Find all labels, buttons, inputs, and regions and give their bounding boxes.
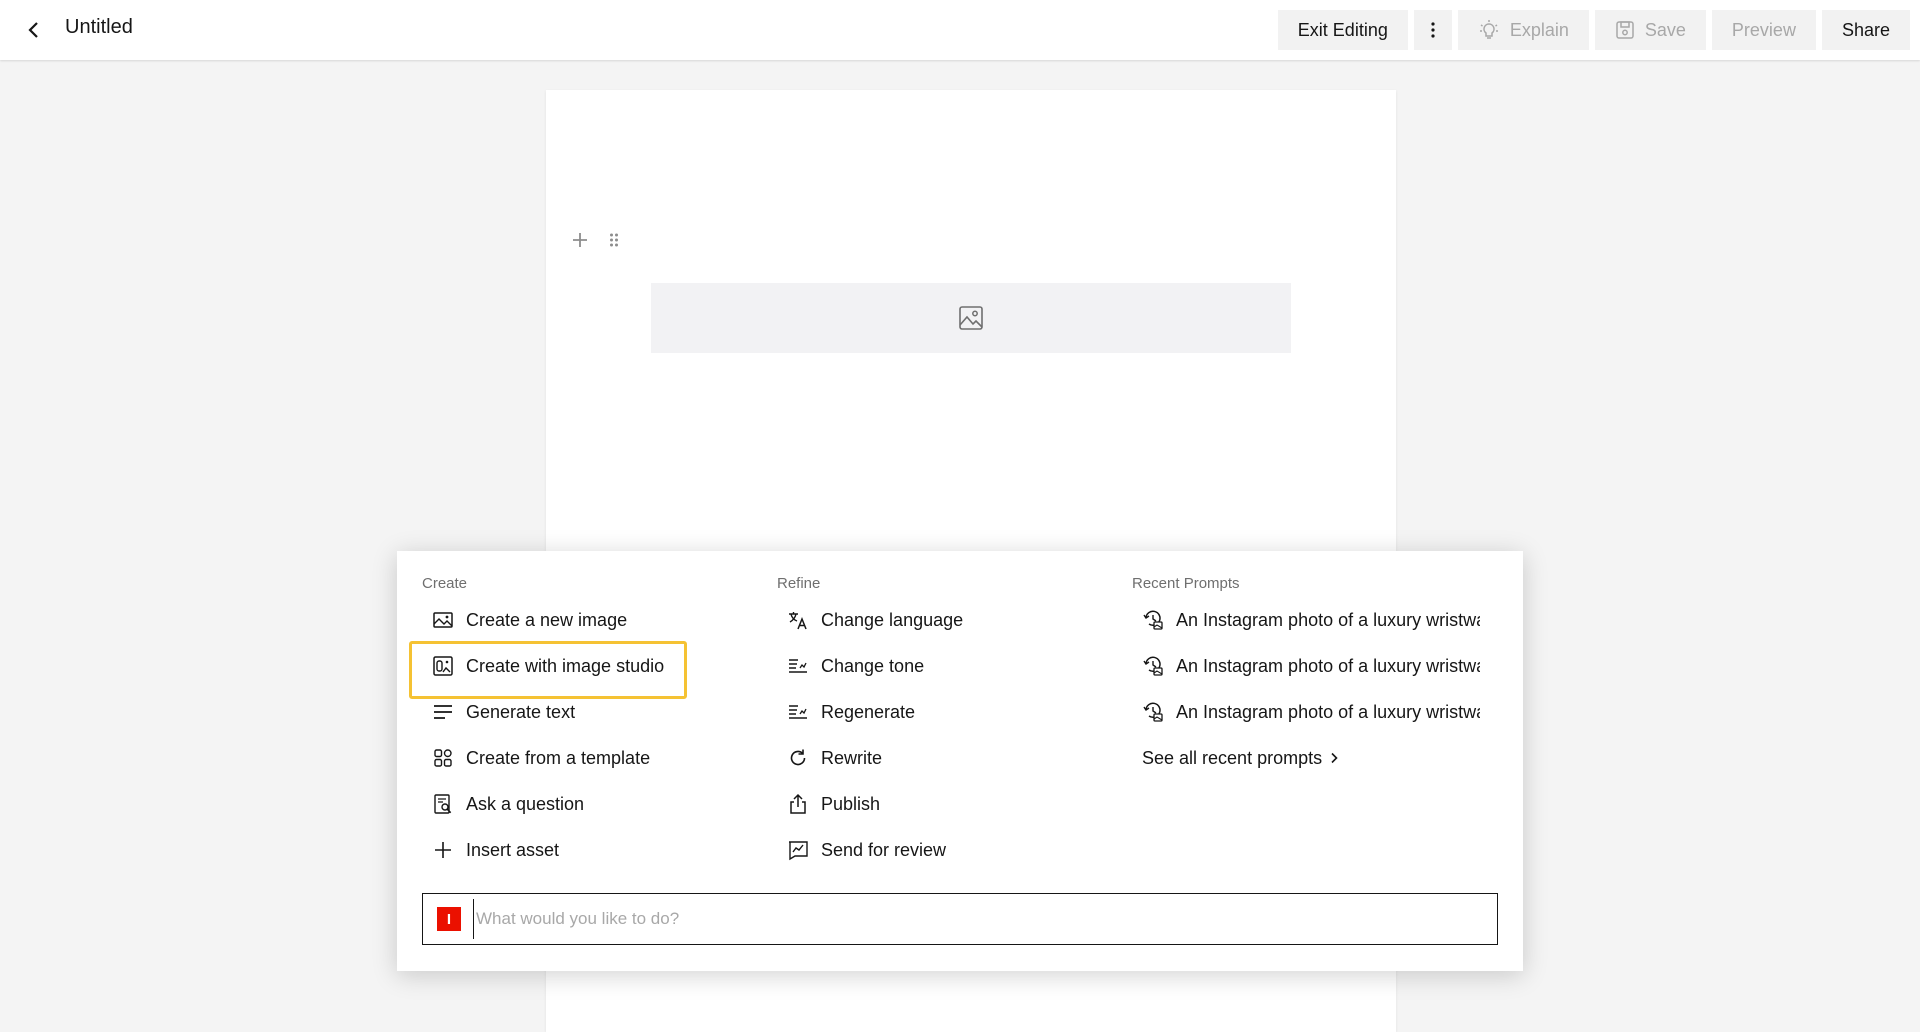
preview-button[interactable]: Preview xyxy=(1711,10,1816,50)
publish-item[interactable]: Publish xyxy=(777,781,1097,827)
create-heading: Create xyxy=(422,575,468,592)
ai-assistant-popup: Create Create a new image Create with im… xyxy=(397,551,1523,971)
block-tools xyxy=(570,230,624,250)
ask-question-label: Ask a question xyxy=(466,793,585,814)
top-bar: Untitled Exit Editing Explain Save Previ… xyxy=(0,0,1920,60)
see-all-recent-prompts-link[interactable]: See all recent prompts xyxy=(1132,735,1512,781)
recent-prompts-column: Recent Prompts An Instagram photo of a l… xyxy=(1132,575,1512,781)
exit-editing-label: Exit Editing xyxy=(1297,19,1388,40)
rewrite-item[interactable]: Rewrite xyxy=(777,735,1097,781)
share-button[interactable]: Share xyxy=(1821,10,1910,50)
publish-icon xyxy=(787,793,809,815)
kebab-menu-icon xyxy=(1431,22,1435,38)
send-for-review-item[interactable]: Send for review xyxy=(777,827,1097,873)
prompt-box: I xyxy=(422,893,1498,945)
refine-heading: Refine xyxy=(777,575,821,592)
recent-prompt-item[interactable]: An Instagram photo of a luxury wristwa xyxy=(1132,597,1512,643)
create-new-image-item[interactable]: Create a new image xyxy=(422,597,742,643)
change-language-item[interactable]: Change language xyxy=(777,597,1097,643)
brand-logo-icon: I xyxy=(437,907,461,931)
ask-question-icon xyxy=(432,793,454,815)
template-grid-icon xyxy=(432,747,454,769)
generate-text-label: Generate text xyxy=(466,701,576,722)
exit-editing-button[interactable]: Exit Editing xyxy=(1277,10,1408,50)
explain-button[interactable]: Explain xyxy=(1457,10,1589,50)
back-button[interactable] xyxy=(18,14,50,46)
share-label: Share xyxy=(1841,19,1890,40)
create-with-image-studio-item[interactable]: Create with image studio xyxy=(409,641,742,699)
create-new-image-label: Create a new image xyxy=(466,609,628,630)
plus-icon xyxy=(573,233,587,247)
change-tone-item[interactable]: Change tone xyxy=(777,643,1097,689)
refresh-icon xyxy=(787,747,809,769)
see-all-recent-prompts-label: See all recent prompts xyxy=(1142,747,1323,768)
chevron-right-icon xyxy=(1331,752,1338,764)
header-actions: Exit Editing Explain Save Preview Share xyxy=(1277,10,1910,50)
ask-question-item[interactable]: Ask a question xyxy=(422,781,742,827)
text-lines-icon xyxy=(432,701,454,723)
recent-prompt-item[interactable]: An Instagram photo of a luxury wristwa xyxy=(1132,643,1512,689)
explain-label: Explain xyxy=(1509,19,1569,40)
save-label: Save xyxy=(1644,19,1686,40)
create-from-template-label: Create from a template xyxy=(466,747,651,768)
history-prompt-icon xyxy=(1142,609,1164,631)
drag-handle-icon xyxy=(610,233,618,247)
recent-prompt-label: An Instagram photo of a luxury wristwa xyxy=(1176,609,1480,630)
more-options-button[interactable] xyxy=(1413,10,1452,50)
tone-icon xyxy=(787,655,809,677)
insert-asset-label: Insert asset xyxy=(466,839,560,860)
regenerate-item[interactable]: Regenerate xyxy=(777,689,1097,735)
create-with-image-studio-label: Create with image studio xyxy=(466,655,665,676)
change-language-label: Change language xyxy=(821,609,964,630)
regenerate-icon xyxy=(787,701,809,723)
document-title: Untitled xyxy=(65,16,133,38)
review-icon xyxy=(787,839,809,861)
translate-icon xyxy=(787,609,809,631)
preview-label: Preview xyxy=(1731,19,1796,40)
plus-icon xyxy=(432,839,454,861)
drag-handle[interactable] xyxy=(604,230,624,250)
save-button[interactable]: Save xyxy=(1594,10,1706,50)
lightbulb-icon xyxy=(1479,20,1498,39)
image-icon xyxy=(959,306,983,330)
save-icon xyxy=(1616,21,1634,39)
create-from-template-item[interactable]: Create from a template xyxy=(422,735,742,781)
publish-label: Publish xyxy=(821,793,881,814)
image-icon xyxy=(432,609,454,631)
send-for-review-label: Send for review xyxy=(821,839,947,860)
refine-column: Refine Change language Change tone Regen… xyxy=(777,575,1097,873)
add-block-button[interactable] xyxy=(570,230,590,250)
insert-asset-item[interactable]: Insert asset xyxy=(422,827,742,873)
recent-prompts-heading: Recent Prompts xyxy=(1132,575,1240,592)
change-tone-label: Change tone xyxy=(821,655,925,676)
generate-text-item[interactable]: Generate text xyxy=(422,689,742,735)
regenerate-label: Regenerate xyxy=(821,701,916,722)
recent-prompt-label: An Instagram photo of a luxury wristwa xyxy=(1176,655,1480,676)
chevron-left-icon xyxy=(28,22,38,38)
rewrite-label: Rewrite xyxy=(821,747,883,768)
recent-prompt-item[interactable]: An Instagram photo of a luxury wristwa xyxy=(1132,689,1512,735)
history-prompt-icon xyxy=(1142,701,1164,723)
image-studio-icon xyxy=(432,655,454,677)
prompt-input[interactable] xyxy=(473,899,1497,939)
create-column: Create Create a new image Create with im… xyxy=(409,575,742,873)
history-prompt-icon xyxy=(1142,655,1164,677)
image-placeholder[interactable] xyxy=(651,283,1291,353)
recent-prompt-label: An Instagram photo of a luxury wristwa xyxy=(1176,701,1480,722)
